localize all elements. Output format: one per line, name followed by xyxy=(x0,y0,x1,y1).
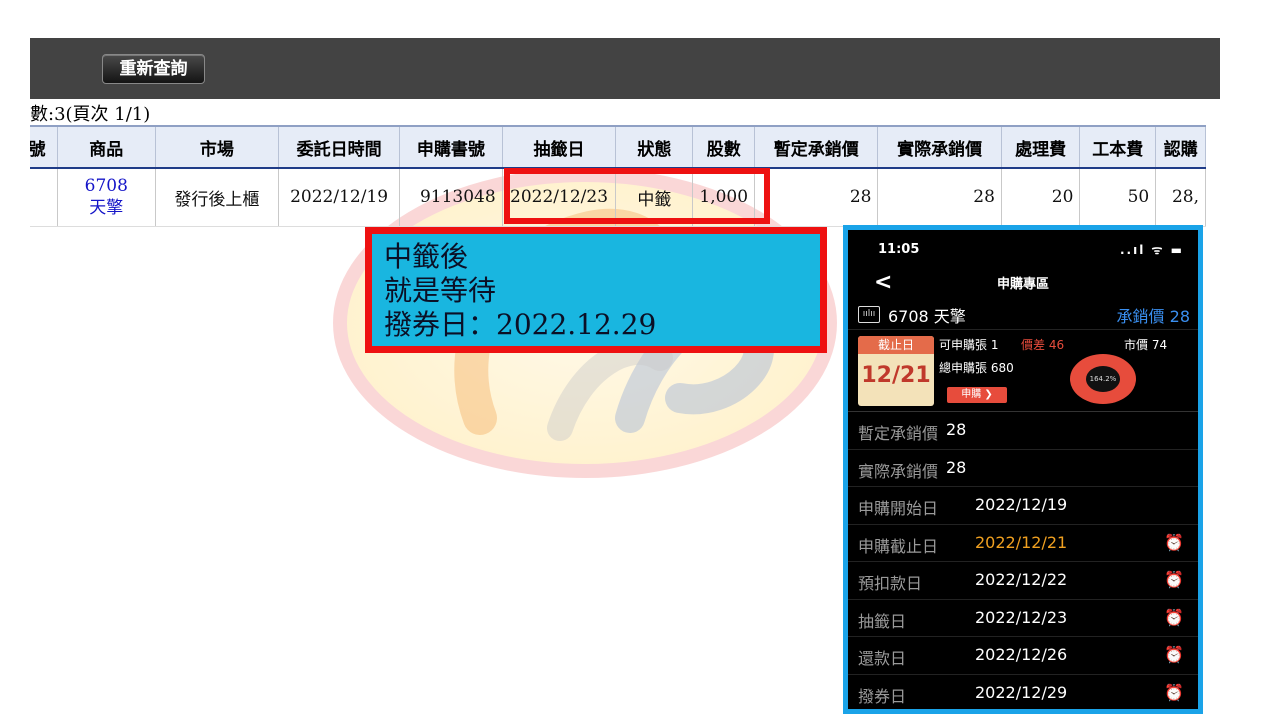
note-line-3: 撥券日：2022.12.29 xyxy=(384,308,657,341)
alarm-icon[interactable]: ⏰ xyxy=(1164,683,1184,702)
product-name-link[interactable]: 天擎 xyxy=(64,197,149,219)
cell-subscription-amount: 28, xyxy=(1155,168,1206,227)
info-value: 2022/12/22 xyxy=(975,570,1068,589)
product-code-link[interactable]: 6708 xyxy=(64,175,149,197)
table-header-row: 號 商品 市場 委託日時間 申購書號 抽籤日 狀態 股數 暫定承銷價 實際承銷價… xyxy=(30,125,1206,169)
available-lots: 可申購張 1 xyxy=(939,338,999,352)
stock-header: ıılıı 6708 天擎 承銷價 28 xyxy=(848,298,1198,330)
alarm-icon[interactable]: ⏰ xyxy=(1164,608,1184,627)
info-label: 預扣款日 xyxy=(858,574,923,593)
price-diff: 價差 46 xyxy=(1021,338,1065,352)
info-row-refund-date: 還款日 2022/12/26 ⏰ xyxy=(848,637,1198,675)
col-header-no: 號 xyxy=(30,125,58,169)
alarm-icon[interactable]: ⏰ xyxy=(1164,570,1184,589)
info-row-draw-date: 抽籤日 2022/12/23 ⏰ xyxy=(848,600,1198,637)
cell-material-fee: 50 xyxy=(1079,168,1157,227)
col-header-subscription: 認購 xyxy=(1155,125,1206,169)
cell-product[interactable]: 6708 天擎 xyxy=(56,168,156,227)
annotation-note: 中籤後 就是等待 撥券日：2022.12.29 xyxy=(365,227,827,353)
cell-application-no: 9113048 xyxy=(399,168,503,227)
info-row-actual-price: 實際承銷價 28 xyxy=(848,450,1198,487)
info-label: 實際承銷價 xyxy=(858,461,939,481)
phone-time: 11:05 xyxy=(878,242,920,257)
signal-wifi-battery-icon: ..ıl ᯤ ▬ xyxy=(1120,243,1184,257)
col-header-provisional-price: 暫定承銷價 xyxy=(754,125,879,169)
col-header-application-no: 申購書號 xyxy=(399,125,503,169)
info-value: 2022/12/21 xyxy=(975,532,1068,552)
total-lots: 總申購張 680 xyxy=(939,361,1014,375)
alarm-icon[interactable]: ⏰ xyxy=(1164,645,1184,664)
alarm-icon[interactable]: ⏰ xyxy=(1164,533,1184,552)
info-label: 撥券日 xyxy=(858,686,907,706)
info-row-provisional-price: 暫定承銷價 28 xyxy=(848,412,1198,450)
info-row-allotment-date: 撥券日 2022/12/29 ⏰ xyxy=(848,675,1198,710)
result-highlight-box xyxy=(504,168,770,224)
underwriting-price: 承銷價 28 xyxy=(1116,307,1190,326)
note-line-2: 就是等待 xyxy=(384,274,497,307)
col-header-draw-date: 抽籤日 xyxy=(501,125,617,169)
info-value: 2022/12/23 xyxy=(975,607,1068,627)
cell-actual-price: 28 xyxy=(877,168,1002,227)
col-header-actual-price: 實際承銷價 xyxy=(877,125,1002,169)
info-label: 還款日 xyxy=(858,649,907,668)
col-header-status: 狀態 xyxy=(615,125,694,169)
info-label: 抽籤日 xyxy=(858,611,907,631)
requery-button[interactable]: 重新查詢 xyxy=(102,54,205,84)
cell-order-date: 2022/12/19 xyxy=(278,168,401,227)
chart-icon[interactable]: ıılıı xyxy=(858,306,880,323)
info-label: 申購截止日 xyxy=(858,536,939,556)
phone-nav-bar: < 申購專區 xyxy=(848,268,1198,298)
col-header-material-fee: 工本費 xyxy=(1079,125,1157,169)
phone-title: 申購專區 xyxy=(996,277,1049,292)
col-header-shares: 股數 xyxy=(692,125,756,169)
info-value: 2022/12/26 xyxy=(975,645,1068,664)
info-label: 暫定承銷價 xyxy=(858,424,939,443)
info-row-start-date: 申購開始日 2022/12/19 xyxy=(848,487,1198,525)
gauge-value: 164.2% xyxy=(1086,366,1120,392)
apply-button[interactable]: 申購 ❯ xyxy=(947,387,1007,403)
calendar-head: 截止日 xyxy=(858,336,934,354)
info-value: 28 xyxy=(946,457,967,477)
info-row-deadline: 申購截止日 2022/12/21 ⏰ xyxy=(848,525,1198,562)
col-header-processing-fee: 處理費 xyxy=(1000,125,1081,169)
phone-screenshot: 11:05 ..ıl ᯤ ▬ < 申購專區 ıılıı 6708 天擎 承銷價 … xyxy=(843,225,1203,714)
info-row-debit-date: 預扣款日 2022/12/22 ⏰ xyxy=(848,562,1198,600)
col-header-product: 商品 xyxy=(56,125,156,169)
calendar-icon: 截止日 12/21 xyxy=(858,336,934,406)
col-header-order-date: 委託日時間 xyxy=(278,125,401,169)
cell-processing-fee: 20 xyxy=(1000,168,1081,227)
info-value: 28 xyxy=(946,420,967,439)
info-label: 申購開始日 xyxy=(858,499,939,518)
record-count: 數:3(頁次 1/1) xyxy=(30,104,151,125)
phone-status-bar: 11:05 ..ıl ᯤ ▬ xyxy=(848,230,1198,268)
market-price: 市價 74 xyxy=(1124,338,1168,352)
cell-market: 發行後上櫃 xyxy=(154,168,280,227)
col-header-market: 市場 xyxy=(154,125,280,169)
cell-provisional-price: 28 xyxy=(754,168,879,227)
note-line-1: 中籤後 xyxy=(384,240,469,273)
oversubscription-gauge: 164.2% xyxy=(1070,354,1136,404)
stock-name: 6708 天擎 xyxy=(888,307,966,326)
cell-no xyxy=(30,168,58,227)
subscription-summary: 截止日 12/21 可申購張 1 價差 46 市價 74 總申購張 680 申購… xyxy=(848,330,1198,412)
info-value: 2022/12/19 xyxy=(975,495,1068,514)
info-value: 2022/12/29 xyxy=(975,682,1068,702)
calendar-date: 12/21 xyxy=(861,363,931,388)
top-toolbar: 重新查詢 xyxy=(30,38,1220,99)
